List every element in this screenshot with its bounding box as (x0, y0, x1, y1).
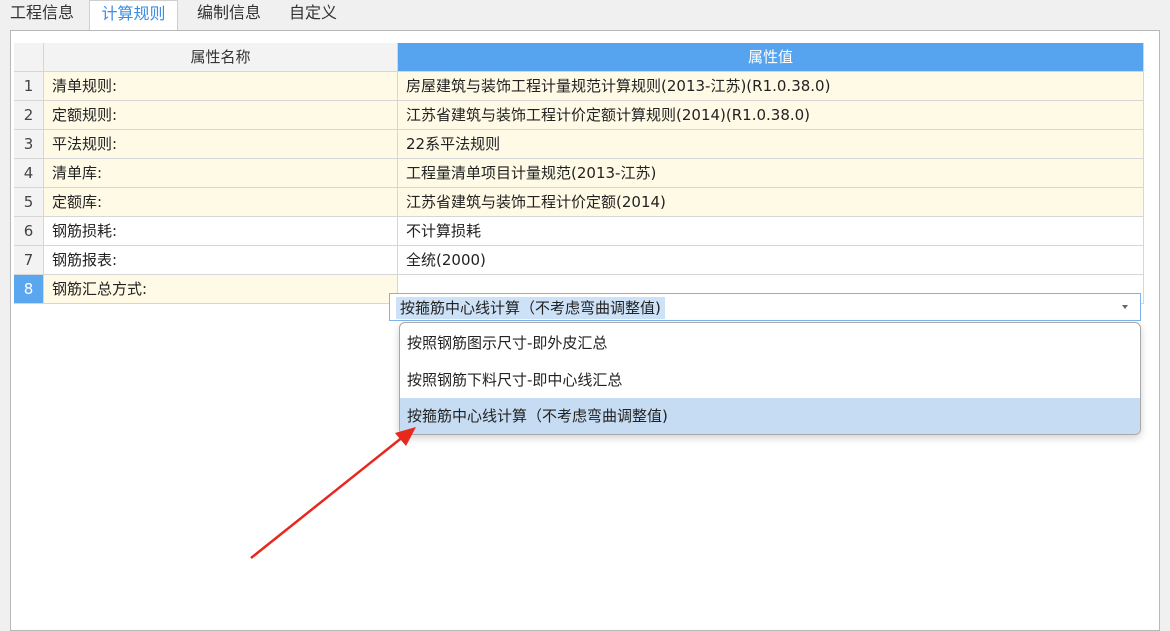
row-number: 4 (14, 159, 44, 188)
tab-custom[interactable]: 自定义 (278, 0, 348, 30)
row-number: 2 (14, 101, 44, 130)
property-name: 清单库: (44, 159, 398, 188)
tab-bar: 工程信息 计算规则 编制信息 自定义 (0, 0, 1170, 30)
table-row[interactable]: 2 定额规则: 江苏省建筑与装饰工程计价定额计算规则(2014)(R1.0.38… (14, 101, 1144, 130)
grid-header: 属性名称 属性值 (14, 43, 1144, 72)
property-name: 清单规则: (44, 72, 398, 101)
property-name: 钢筋损耗: (44, 217, 398, 246)
property-value[interactable]: 江苏省建筑与装饰工程计价定额计算规则(2014)(R1.0.38.0) (398, 101, 1144, 130)
table-row[interactable]: 7 钢筋报表: 全统(2000) (14, 246, 1144, 275)
tab-project-info[interactable]: 工程信息 (3, 0, 81, 30)
header-index-cell (14, 43, 44, 72)
table-row[interactable]: 3 平法规则: 22系平法规则 (14, 130, 1144, 159)
combobox-current-value: 按箍筋中心线计算（不考虑弯曲调整值) (396, 297, 665, 319)
property-value[interactable]: 江苏省建筑与装饰工程计价定额(2014) (398, 188, 1144, 217)
rebar-summary-dropdown-list: 按照钢筋图示尺寸-即外皮汇总 按照钢筋下料尺寸-即中心线汇总 按箍筋中心线计算（… (399, 322, 1141, 435)
property-value[interactable]: 不计算损耗 (398, 217, 1144, 246)
row-number: 8 (14, 275, 44, 304)
row-number: 7 (14, 246, 44, 275)
tab-calc-rules[interactable]: 计算规则 (89, 0, 178, 30)
dropdown-option[interactable]: 按照钢筋图示尺寸-即外皮汇总 (400, 325, 1140, 361)
header-value-cell: 属性值 (398, 43, 1144, 72)
dropdown-option[interactable]: 按照钢筋下料尺寸-即中心线汇总 (400, 362, 1140, 398)
chevron-down-icon[interactable] (1122, 305, 1128, 309)
row-number: 6 (14, 217, 44, 246)
property-value[interactable]: 房屋建筑与装饰工程计量规范计算规则(2013-江苏)(R1.0.38.0) (398, 72, 1144, 101)
header-name-cell: 属性名称 (44, 43, 398, 72)
dropdown-option-selected[interactable]: 按箍筋中心线计算（不考虑弯曲调整值) (400, 398, 1140, 434)
property-name: 定额库: (44, 188, 398, 217)
rebar-summary-combobox[interactable]: 按箍筋中心线计算（不考虑弯曲调整值) (389, 293, 1141, 321)
property-value[interactable]: 工程量清单项目计量规范(2013-江苏) (398, 159, 1144, 188)
row-number: 5 (14, 188, 44, 217)
row-number: 3 (14, 130, 44, 159)
tab-compile-info[interactable]: 编制信息 (185, 0, 273, 30)
property-name: 定额规则: (44, 101, 398, 130)
property-value[interactable]: 22系平法规则 (398, 130, 1144, 159)
property-name: 钢筋汇总方式: (44, 275, 398, 304)
table-row[interactable]: 1 清单规则: 房屋建筑与装饰工程计量规范计算规则(2013-江苏)(R1.0.… (14, 72, 1144, 101)
property-value[interactable]: 全统(2000) (398, 246, 1144, 275)
row-number: 1 (14, 72, 44, 101)
property-name: 平法规则: (44, 130, 398, 159)
property-name: 钢筋报表: (44, 246, 398, 275)
table-row[interactable]: 5 定额库: 江苏省建筑与装饰工程计价定额(2014) (14, 188, 1144, 217)
table-row[interactable]: 6 钢筋损耗: 不计算损耗 (14, 217, 1144, 246)
table-row[interactable]: 4 清单库: 工程量清单项目计量规范(2013-江苏) (14, 159, 1144, 188)
